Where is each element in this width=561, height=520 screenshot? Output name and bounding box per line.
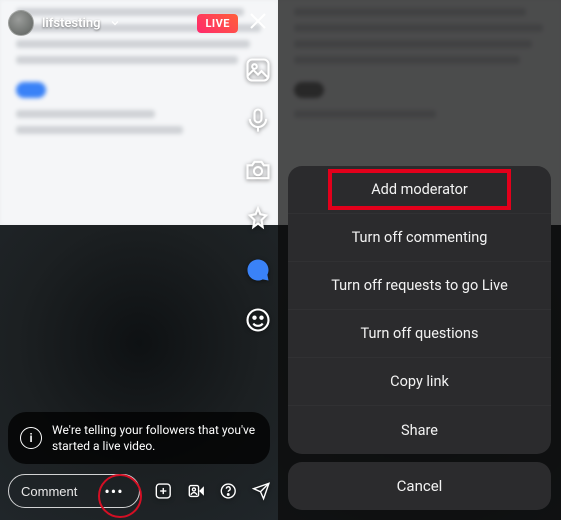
chevron-down-icon[interactable] [109, 14, 121, 33]
sheet-item-label: Turn off commenting [352, 229, 488, 246]
sheet-cancel-button[interactable]: Cancel [288, 462, 551, 510]
microphone-icon[interactable] [244, 106, 272, 134]
sheet-item-turn-off-commenting[interactable]: Turn off commenting [288, 214, 551, 262]
sheet-item-label: Turn off questions [361, 325, 479, 342]
media-picker-icon[interactable] [244, 56, 272, 84]
sheet-item-label: Copy link [390, 373, 449, 390]
live-side-rail [244, 56, 272, 334]
toast-text: We're telling your followers that you've… [52, 422, 258, 454]
live-broadcast-screen: lifstesting LIVE i We're telling your [0, 0, 278, 520]
live-bottombar: ••• [8, 472, 270, 510]
questions-icon[interactable] [219, 479, 238, 503]
comment-pill[interactable]: ••• [8, 474, 140, 508]
live-topbar: lifstesting LIVE [8, 8, 270, 38]
sheet-item-copy-link[interactable]: Copy link [288, 358, 551, 406]
sheet-item-label: Add moderator [371, 181, 468, 198]
sticker-icon[interactable] [244, 306, 272, 334]
sheet-item-share[interactable]: Share [288, 406, 551, 454]
sheet-item-turn-off-requests[interactable]: Turn off requests to go Live [288, 262, 551, 310]
username-label[interactable]: lifstesting [42, 16, 101, 31]
cancel-label: Cancel [397, 477, 443, 495]
action-sheet: Add moderator Turn off commenting Turn o… [288, 166, 551, 510]
live-badge: LIVE [197, 14, 238, 33]
options-sheet-screen: Add moderator Turn off commenting Turn o… [278, 0, 561, 520]
invite-guests-icon[interactable] [187, 479, 206, 503]
comment-input[interactable] [21, 484, 85, 499]
sheet-item-label: Share [401, 422, 438, 439]
info-icon: i [20, 427, 42, 449]
send-icon[interactable] [252, 479, 271, 503]
sheet-item-label: Turn off requests to go Live [331, 277, 508, 294]
sheet-item-add-moderator[interactable]: Add moderator [288, 166, 551, 214]
sheet-item-turn-off-questions[interactable]: Turn off questions [288, 310, 551, 358]
more-options-icon[interactable]: ••• [103, 480, 125, 502]
live-started-toast: i We're telling your followers that you'… [8, 412, 270, 464]
reaction-icon[interactable] [244, 256, 272, 284]
camera-flip-icon[interactable] [244, 156, 272, 184]
effects-icon[interactable] [244, 206, 272, 234]
avatar[interactable] [8, 10, 34, 36]
add-media-icon[interactable] [154, 479, 173, 503]
close-icon[interactable] [246, 9, 270, 38]
